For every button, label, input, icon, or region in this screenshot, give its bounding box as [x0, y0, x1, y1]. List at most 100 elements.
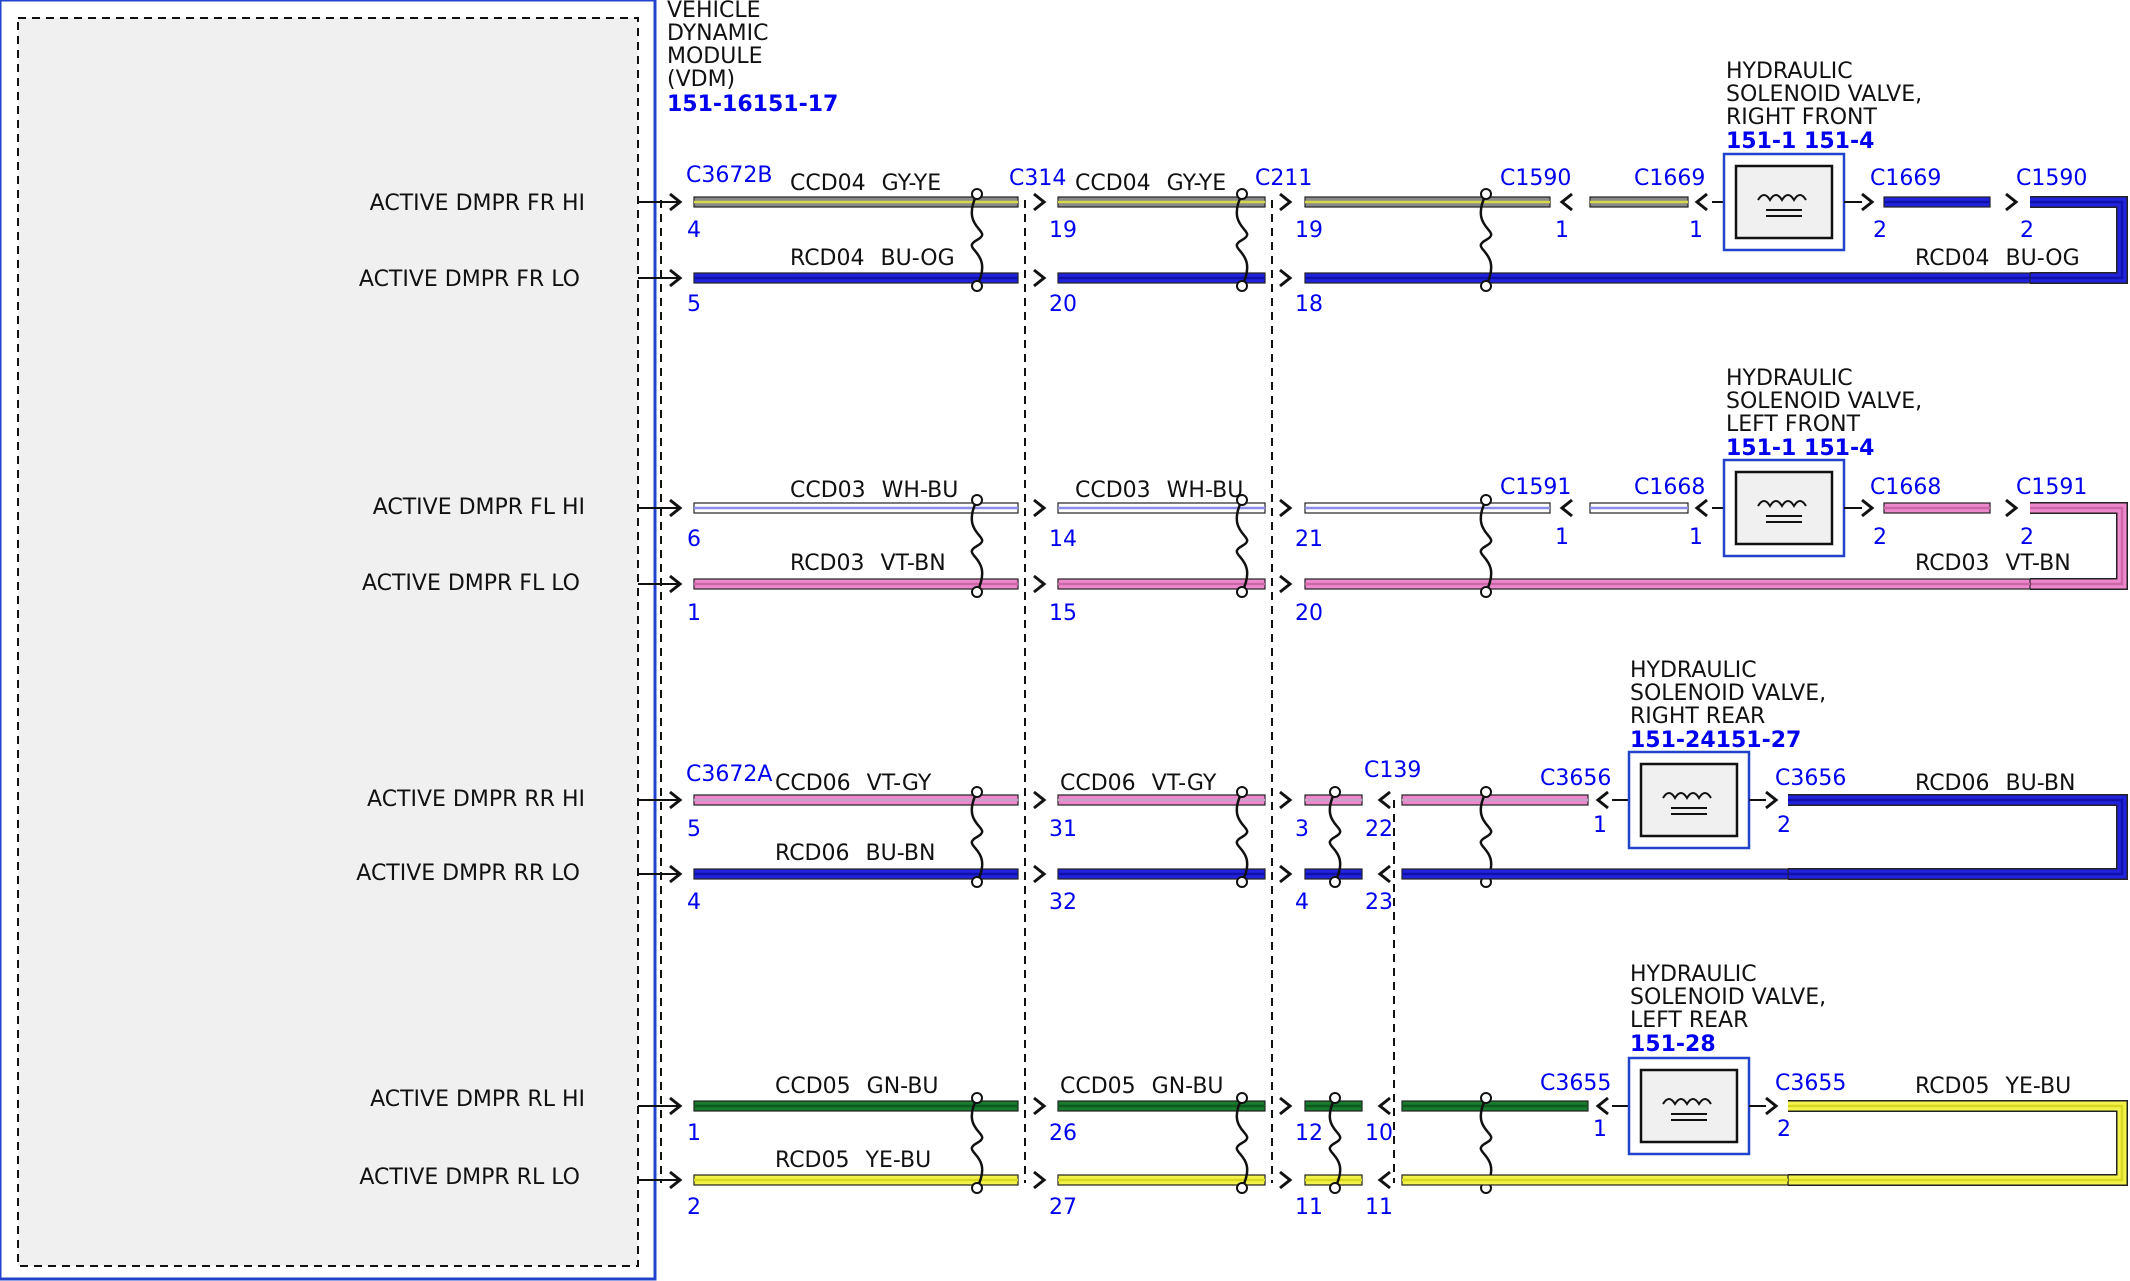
- circuit-label-fl-hi-1: CCD03 WH-BU: [790, 478, 958, 503]
- wire-rr-hi-arrow-c139: [1377, 790, 1391, 810]
- wire-rl-twist-1-top: [971, 1092, 983, 1104]
- wire-rr-twist-1-top: [971, 786, 983, 798]
- circuit-label-rr-hi-2: CCD06 VT-GY: [1060, 771, 1217, 796]
- valve-rl-body: [1639, 1068, 1739, 1144]
- labels: C3672B CCD04 GY-YE C314 CCD04 GY-YE C211 C…: [686, 59, 2087, 1220]
- circuit-label-fr-lo-1-color: BU-OG: [881, 246, 955, 271]
- module-title-line-1: VEHICLE: [667, 0, 761, 23]
- pin-fl-lo-c1668: 2: [1873, 525, 1887, 550]
- pin-fl-hi-vdm: 6: [687, 527, 701, 552]
- valve-rr-line-3: RIGHT REAR: [1630, 704, 1765, 729]
- wire-fl-hi-arrow-c314: [1033, 498, 1047, 518]
- circuit-label-fl-hi-2: CCD03 WH-BU: [1075, 478, 1243, 503]
- valve-rr-ref-link[interactable]: 151-24151-27: [1630, 728, 1801, 753]
- circuit-label-fr-lo-1: RCD04 BU-OG: [790, 246, 955, 271]
- pin-fl-lo-c314: 15: [1049, 601, 1077, 626]
- pin-rr-lo-c139: 23: [1365, 890, 1393, 915]
- valve-rr-line-1: HYDRAULIC: [1630, 658, 1757, 683]
- wire-fl-hi-arrow-c16xx: [1694, 498, 1708, 518]
- wire-rl-twist-4-top: [1480, 1092, 1492, 1104]
- valve-fr-ref-link[interactable]: 151-1 151-4: [1726, 129, 1874, 154]
- pin-rl-lo-c139: 11: [1365, 1195, 1393, 1220]
- wire-rl-hi-arrow-c139: [1377, 1096, 1391, 1116]
- conn-label-fr-c314: C314: [1009, 166, 1066, 191]
- wire-rr-loop-edge: [1788, 794, 2128, 880]
- circuit-label-rr-lo-2-id: RCD06: [1915, 771, 1990, 796]
- circuit-label-fl-hi-1-color: WH-BU: [882, 478, 959, 503]
- wire-fl-twist-1-bottom: [971, 586, 983, 598]
- connector-boundaries: [660, 200, 1395, 1183]
- pin-rl-lo-c211: 11: [1295, 1195, 1323, 1220]
- wire-rl-loop-stripe: [1788, 1104, 2124, 1182]
- pin-fl-hi-c1591: 1: [1555, 525, 1569, 550]
- wire-rl-loop-edge: [1788, 1100, 2128, 1186]
- module-title-line-4: (VDM): [667, 67, 735, 92]
- wire-rl-lo-arrow-c139: [1377, 1170, 1391, 1190]
- circuit-label-fr-lo-2: RCD04 BU-OG: [1915, 246, 2080, 271]
- pin-rl-valve-1: 1: [1593, 1117, 1607, 1142]
- circuit-label-rr-lo-1: RCD06 BU-BN: [775, 841, 935, 866]
- circuit-label-rl-lo-2-id: RCD05: [1915, 1074, 1990, 1099]
- conn-label-fl-c1591-b: C1591: [2016, 475, 2087, 500]
- wire-rr-hi-arrow-c211: [1279, 790, 1293, 810]
- valve-fr-line-3: RIGHT FRONT: [1726, 105, 1878, 130]
- signal-label-rl-lo: ACTIVE DMPR RL LO: [359, 1165, 580, 1190]
- valve-rr-body: [1639, 762, 1739, 838]
- module-title-line-3: MODULE: [667, 44, 763, 69]
- pin-rr-lo-c314: 32: [1049, 890, 1077, 915]
- wire-fr-lo-arrow-c211: [1279, 268, 1293, 288]
- pin-fr-lo-c1590: 2: [2020, 218, 2034, 243]
- circuit-label-rl-lo-1: RCD05 YE-BU: [775, 1148, 931, 1173]
- conn-label-rr-vdm: C3672A: [686, 762, 772, 787]
- valve-rl-ref-link[interactable]: 151-28: [1630, 1032, 1716, 1057]
- conn-label-rr-c3656-b: C3656: [1775, 766, 1846, 791]
- circuit-label-rl-lo-1-id: RCD05: [775, 1148, 850, 1173]
- valve-fl-line-1: HYDRAULIC: [1726, 366, 1853, 391]
- wire-fr-out-arrow-c15xx: [2005, 192, 2019, 212]
- circuit-label-rr-hi-1: CCD06 VT-GY: [775, 771, 932, 796]
- conn-label-fl-c1668-b: C1668: [1870, 475, 1941, 500]
- pin-rl-valve-2: 2: [1777, 1117, 1791, 1142]
- wire-rl-twist-1-bottom: [971, 1182, 983, 1194]
- valve-fr-body: [1734, 164, 1834, 240]
- module-ref-link[interactable]: 151-16151-17: [667, 92, 838, 117]
- wire-fr-hi-arrow-c15xx: [1559, 192, 1573, 212]
- module-title: VEHICLE DYNAMIC MODULE (VDM) 151-16151-1…: [667, 0, 838, 117]
- circuit-label-fl-lo-1-color: VT-BN: [881, 551, 946, 576]
- wire-fr-twist-2-top: [1236, 188, 1248, 200]
- wire-rr-out-arrow: [1765, 790, 1779, 810]
- pin-fl-lo-vdm: 1: [687, 601, 701, 626]
- circuit-label-fl-lo-1-id: RCD03: [790, 551, 865, 576]
- pin-rl-hi-vdm: 1: [687, 1121, 701, 1146]
- wire-rr-hi-arrow-valve: [1595, 790, 1609, 810]
- wire-rr-twist-1-bottom: [971, 876, 983, 888]
- wire-fr-hi-arrow-c314: [1033, 192, 1047, 212]
- conn-label-fl-c1591-a: C1591: [1500, 475, 1571, 500]
- wire-fl-lo-arrow-c211: [1279, 574, 1293, 594]
- module-title-line-2: DYNAMIC: [667, 21, 769, 46]
- signal-label-fl-lo: ACTIVE DMPR FL LO: [362, 571, 580, 596]
- wire-fr-lo-arrow-c314: [1033, 268, 1047, 288]
- wire-fr-twist-2-bottom: [1236, 280, 1248, 292]
- wire-fr-twist-1-top: [971, 188, 983, 200]
- wire-fl-twist-3: [1479, 499, 1493, 593]
- valve-fl-line-2: SOLENOID VALVE,: [1726, 389, 1922, 414]
- pin-rr-lo-c211: 4: [1295, 890, 1309, 915]
- pin-fr-lo-c1669: 2: [1873, 218, 1887, 243]
- wire-rl-twist-2-bottom: [1236, 1182, 1248, 1194]
- circuit-label-fr-hi-1-color: GY-YE: [882, 171, 941, 196]
- circuit-label-rl-hi-1-id: CCD05: [775, 1074, 851, 1099]
- wire-fl-out-arrow-c15xx: [2005, 498, 2019, 518]
- conn-label-rr-c139: C139: [1364, 758, 1421, 783]
- valve-rl-line-1: HYDRAULIC: [1630, 962, 1757, 987]
- circuit-label-rr-hi-2-color: VT-GY: [1152, 771, 1217, 796]
- valve-fr-line-1: HYDRAULIC: [1726, 59, 1853, 84]
- circuit-label-rr-hi-1-id: CCD06: [775, 771, 851, 796]
- circuit-label-rl-hi-2: CCD05 GN-BU: [1060, 1074, 1224, 1099]
- valve-fl-ref-link[interactable]: 151-1 151-4: [1726, 436, 1874, 461]
- circuit-label-fl-lo-2-id: RCD03: [1915, 551, 1990, 576]
- pin-rl-lo-vdm: 2: [687, 1195, 701, 1220]
- wire-fr-twist-3-top: [1480, 188, 1492, 200]
- circuit-label-fr-lo-2-color: BU-OG: [2006, 246, 2080, 271]
- signal-label-fr-lo: ACTIVE DMPR FR LO: [359, 267, 580, 292]
